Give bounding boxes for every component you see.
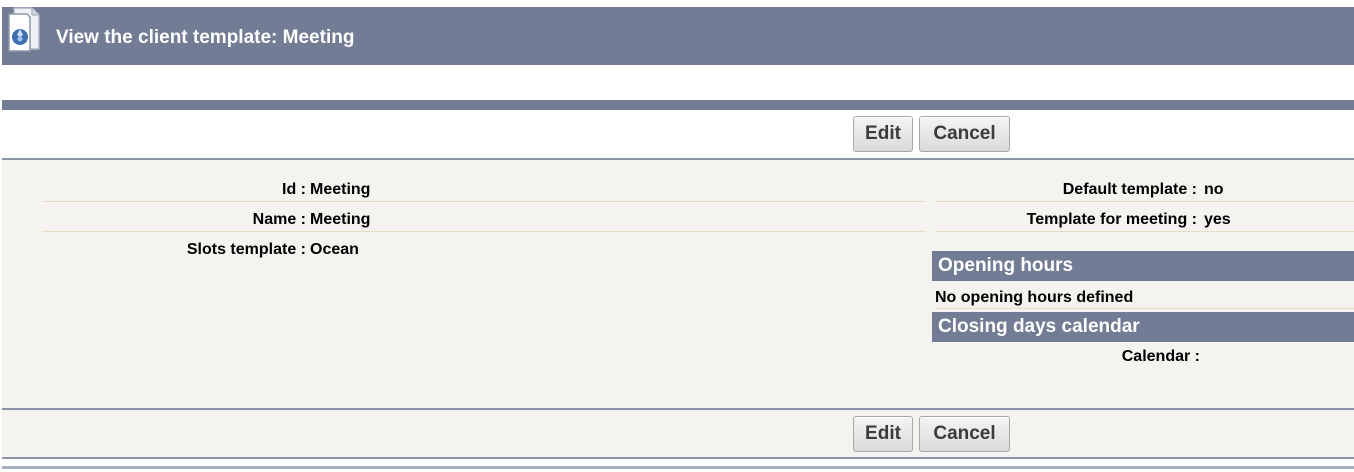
opening-hours-text: No opening hours defined (935, 289, 1134, 306)
meeting-template-value: yes (1204, 211, 1231, 228)
page-title: View the client template: Meeting (56, 27, 355, 48)
name-label: Name : (252, 211, 306, 228)
closing-days-heading: Closing days calendar (932, 312, 1354, 342)
document-icon (8, 7, 40, 52)
row-separator (936, 308, 1354, 309)
divider-bar (2, 100, 1354, 110)
footer-divider (2, 466, 1354, 469)
cancel-button-bottom[interactable]: Cancel (919, 416, 1010, 452)
row-separator (936, 201, 1354, 202)
edit-button[interactable]: Edit (853, 116, 913, 152)
id-label: Id : (282, 181, 306, 198)
calendar-label: Calendar : (1121, 348, 1200, 365)
opening-hours-heading: Opening hours (932, 251, 1354, 281)
cancel-button[interactable]: Cancel (919, 116, 1010, 152)
row-separator (42, 231, 926, 232)
bottom-toolbar (2, 410, 1354, 459)
id-value: Meeting (310, 181, 371, 198)
slots-template-label: Slots template : (186, 241, 306, 258)
meeting-template-label: Template for meeting : (1026, 211, 1197, 228)
default-template-value: no (1204, 181, 1224, 198)
slots-template-value: Ocean (310, 241, 359, 258)
default-template-label: Default template : (1062, 181, 1197, 198)
row-separator (42, 201, 926, 202)
row-separator (936, 231, 1354, 232)
edit-button-bottom[interactable]: Edit (853, 416, 913, 452)
name-value: Meeting (310, 211, 371, 228)
